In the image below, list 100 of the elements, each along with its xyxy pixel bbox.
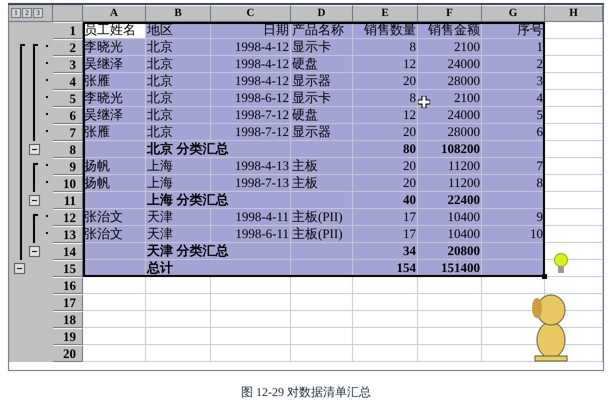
table-cell[interactable] [418, 345, 482, 362]
row-header[interactable]: 14 [53, 243, 83, 260]
table-cell[interactable]: 北京 [146, 124, 211, 141]
table-cell[interactable] [545, 90, 603, 107]
table-cell[interactable]: 2100 [418, 39, 482, 56]
table-cell[interactable] [545, 141, 603, 158]
table-cell[interactable]: 17 [353, 209, 418, 226]
table-cell[interactable]: 主板(PII) [291, 209, 353, 226]
column-header[interactable]: F [418, 5, 482, 22]
table-cell[interactable]: 1998-4-11 [211, 209, 291, 226]
table-cell[interactable]: 1998-7-12 [211, 107, 291, 124]
table-cell[interactable] [146, 328, 211, 345]
table-cell[interactable] [83, 192, 146, 209]
column-header[interactable]: C [211, 5, 291, 22]
table-cell[interactable] [291, 328, 353, 345]
table-cell[interactable] [83, 328, 146, 345]
table-cell[interactable]: 硬盘 [291, 107, 353, 124]
table-cell[interactable] [146, 311, 211, 328]
row-header[interactable]: 17 [53, 294, 83, 311]
table-cell[interactable] [418, 294, 482, 311]
table-cell[interactable]: 20800 [418, 243, 482, 260]
table-cell[interactable]: 6 [482, 124, 545, 141]
table-cell[interactable]: 9 [482, 209, 545, 226]
table-cell[interactable]: 张雁 [83, 73, 146, 90]
table-cell[interactable] [545, 39, 603, 56]
column-header[interactable]: A [83, 5, 146, 22]
table-cell[interactable] [482, 141, 545, 158]
collapse-button[interactable] [14, 263, 25, 274]
table-cell[interactable]: 扬帆 [83, 175, 146, 192]
table-cell[interactable]: 11200 [418, 158, 482, 175]
table-cell[interactable] [545, 209, 603, 226]
table-cell[interactable] [353, 345, 418, 362]
table-cell[interactable]: 主板 [291, 175, 353, 192]
table-cell[interactable]: 1 [482, 39, 545, 56]
table-cell[interactable]: 24000 [418, 107, 482, 124]
table-cell[interactable]: 张雁 [83, 124, 146, 141]
collapse-button[interactable] [29, 195, 40, 206]
table-cell[interactable] [545, 243, 603, 260]
table-cell[interactable] [211, 294, 291, 311]
table-cell[interactable] [482, 192, 545, 209]
row-header[interactable]: 16 [53, 277, 83, 294]
table-cell[interactable] [83, 294, 146, 311]
table-cell[interactable] [291, 311, 353, 328]
row-header[interactable]: 15 [53, 260, 83, 277]
table-cell[interactable]: 北京 [146, 73, 211, 90]
table-cell[interactable] [146, 345, 211, 362]
table-cell[interactable] [291, 192, 353, 209]
table-cell[interactable] [545, 124, 603, 141]
row-header[interactable]: 18 [53, 311, 83, 328]
table-cell[interactable] [211, 311, 291, 328]
table-cell[interactable]: 22400 [418, 192, 482, 209]
table-cell[interactable] [545, 277, 603, 294]
table-cell[interactable]: 12 [353, 107, 418, 124]
table-cell[interactable]: 1998-4-12 [211, 39, 291, 56]
table-cell[interactable]: 8 [353, 39, 418, 56]
column-header[interactable]: H [545, 5, 603, 22]
table-cell[interactable]: 1998-4-12 [211, 73, 291, 90]
table-cell[interactable]: 天津 [146, 209, 211, 226]
table-cell[interactable]: 扬帆 [83, 158, 146, 175]
table-cell[interactable]: 20 [353, 124, 418, 141]
table-cell[interactable]: 1998-7-12 [211, 124, 291, 141]
table-cell[interactable]: 108200 [418, 141, 482, 158]
table-cell[interactable]: 主板 [291, 158, 353, 175]
table-cell[interactable]: 李晓光 [83, 39, 146, 56]
column-header[interactable]: G [482, 5, 545, 22]
column-header[interactable]: D [291, 5, 353, 22]
row-header[interactable]: 20 [53, 345, 83, 362]
table-cell[interactable] [146, 277, 211, 294]
table-cell[interactable]: 天津 分类汇总 [146, 243, 291, 260]
table-cell[interactable] [353, 294, 418, 311]
column-header[interactable]: E [353, 5, 418, 22]
select-all-corner[interactable] [53, 5, 83, 22]
row-header[interactable]: 1 [53, 22, 83, 39]
table-cell[interactable]: 4 [482, 90, 545, 107]
row-header[interactable]: 2 [53, 39, 83, 56]
collapse-button[interactable] [29, 144, 40, 155]
row-header[interactable]: 12 [53, 209, 83, 226]
table-cell[interactable]: 20 [353, 158, 418, 175]
table-cell[interactable]: 天津 [146, 226, 211, 243]
table-cell[interactable]: 20 [353, 175, 418, 192]
table-cell[interactable] [291, 141, 353, 158]
table-cell[interactable]: 8 [482, 175, 545, 192]
table-cell[interactable] [418, 277, 482, 294]
table-cell[interactable] [83, 345, 146, 362]
table-cell[interactable]: 北京 [146, 107, 211, 124]
table-cell[interactable]: 上海 [146, 175, 211, 192]
row-header[interactable]: 9 [53, 158, 83, 175]
table-cell[interactable]: 11200 [418, 175, 482, 192]
table-cell[interactable]: 40 [353, 192, 418, 209]
table-cell[interactable] [211, 328, 291, 345]
table-cell[interactable]: 主板(PII) [291, 226, 353, 243]
row-header[interactable]: 13 [53, 226, 83, 243]
table-cell[interactable] [418, 328, 482, 345]
table-cell[interactable] [146, 294, 211, 311]
table-cell[interactable]: 3 [482, 73, 545, 90]
table-cell[interactable]: 17 [353, 226, 418, 243]
table-cell[interactable] [545, 56, 603, 73]
table-cell[interactable]: 1998-7-13 [211, 175, 291, 192]
table-cell[interactable] [418, 311, 482, 328]
table-cell[interactable] [353, 277, 418, 294]
